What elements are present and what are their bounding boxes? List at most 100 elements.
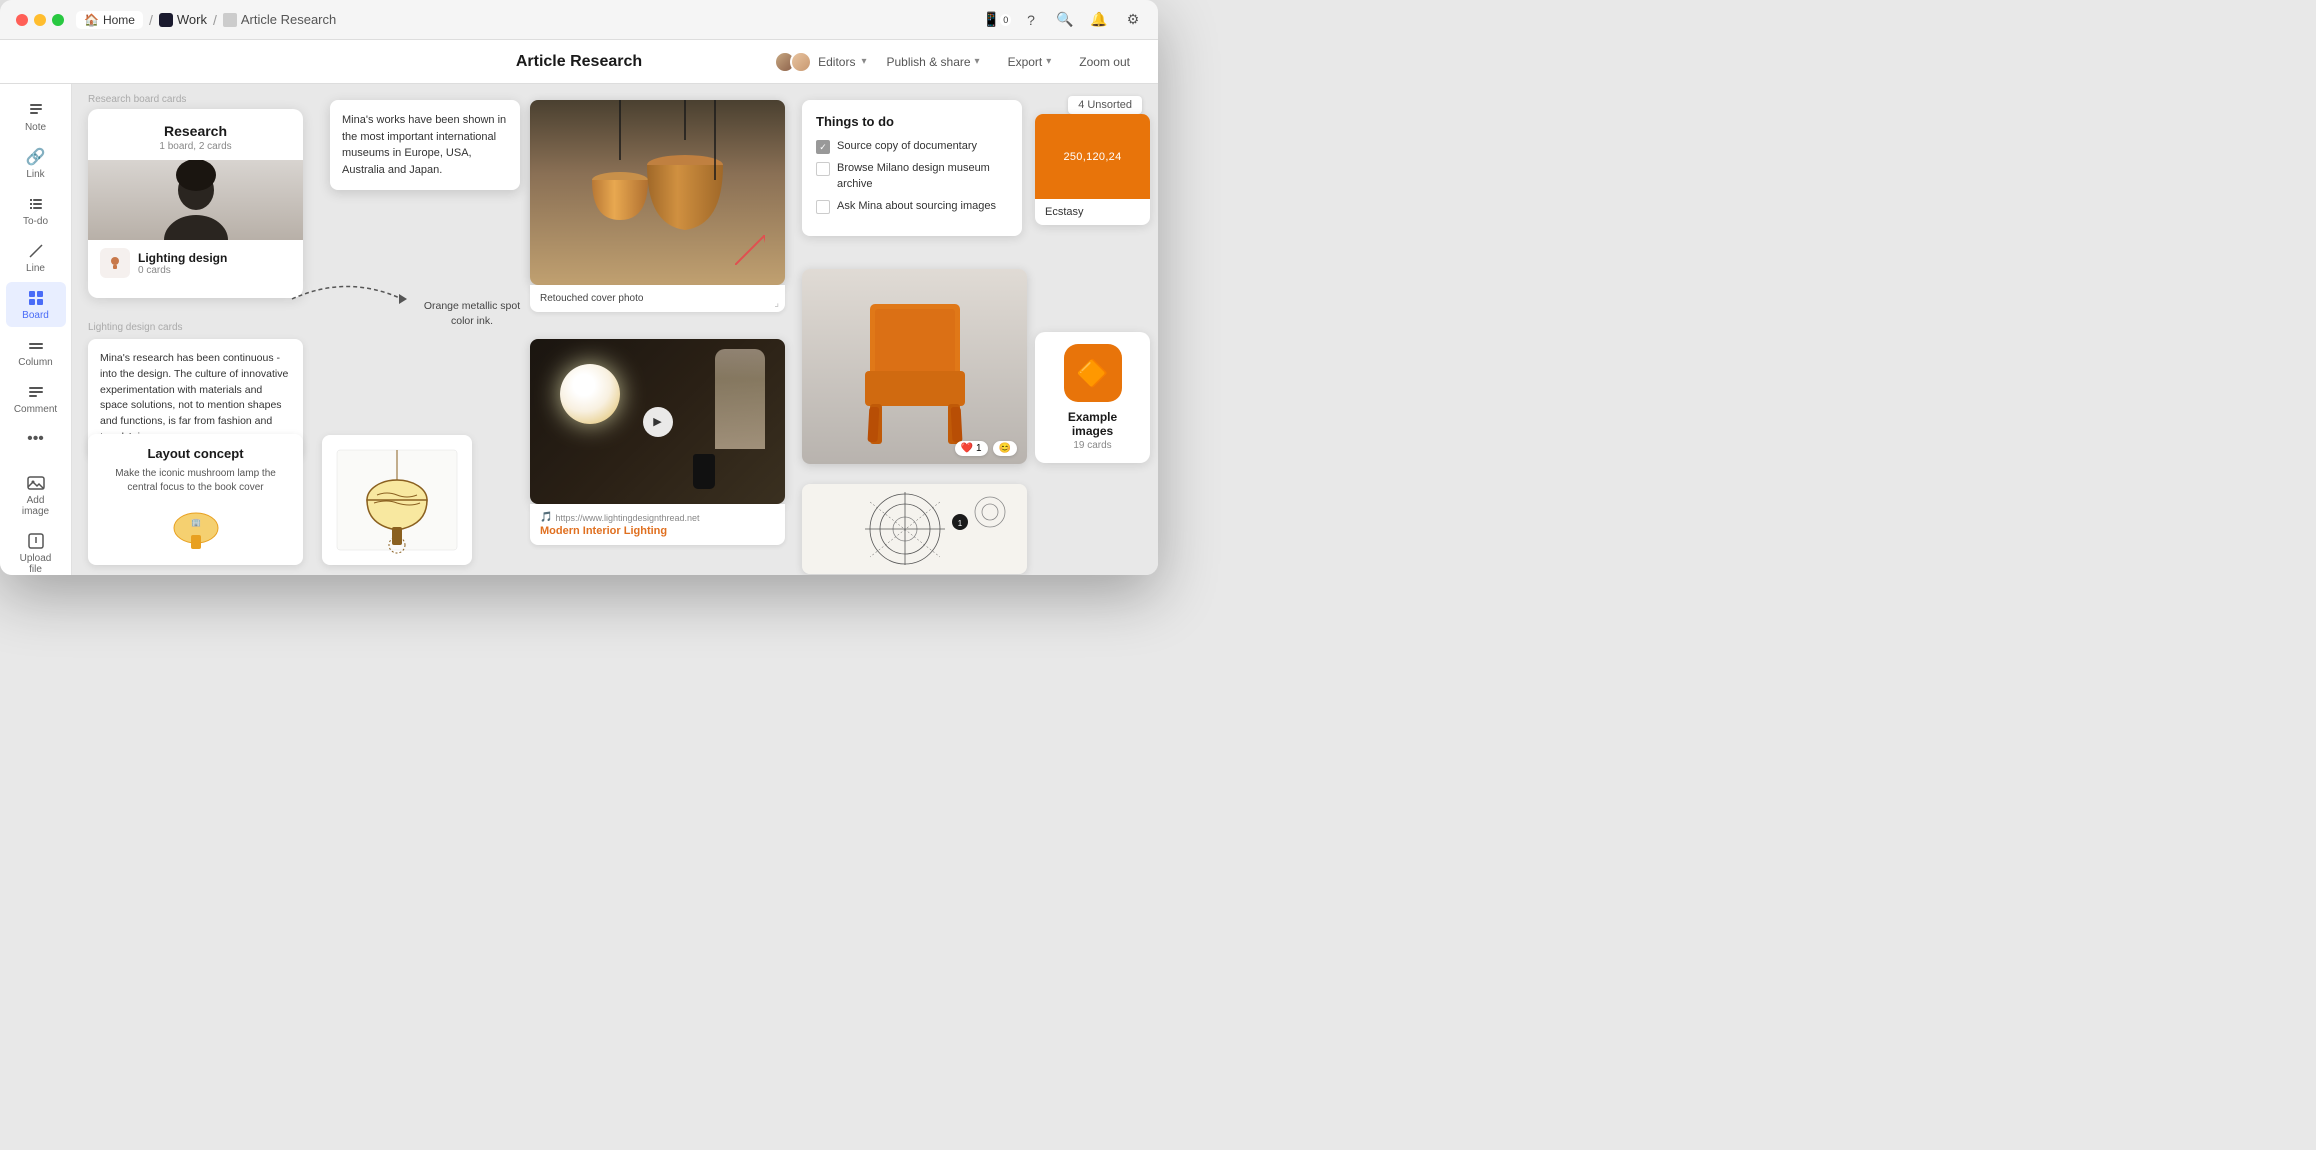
upload-label: Upload file: [14, 553, 58, 575]
chair-bg: ❤️ 1 😊: [802, 269, 1027, 464]
todo-checkbox-2[interactable]: [816, 162, 830, 176]
color-swatch-card[interactable]: 250,120,24 Ecstasy: [1035, 114, 1150, 225]
sidebar: Note 🔗 Link To-do Line: [0, 84, 72, 575]
editors-label: Editors: [818, 55, 855, 69]
work-icon: [159, 13, 173, 27]
example-images-count: 19 cards: [1047, 440, 1138, 451]
heart-reaction[interactable]: ❤️ 1: [955, 441, 988, 456]
emoji-reaction[interactable]: 😊: [993, 441, 1017, 456]
more-icon: •••: [27, 429, 44, 449]
search-icon[interactable]: 🔍: [1056, 11, 1074, 29]
close-button[interactable]: [16, 14, 28, 26]
retouched-text: Retouched cover photo: [540, 293, 643, 304]
layout-concept-card[interactable]: Layout concept Make the iconic mushroom …: [88, 434, 303, 565]
person-image: [88, 160, 303, 240]
sidebar-item-comment[interactable]: Comment: [6, 376, 66, 421]
lamp-body: [693, 454, 715, 489]
blueprint-card[interactable]: 1: [802, 484, 1027, 574]
add-image-label: Add image: [14, 495, 58, 517]
layout-sketch: 🏢: [100, 503, 291, 553]
board-subtitle: 1 board, 2 cards: [102, 141, 289, 152]
example-images-title: Example images: [1047, 410, 1138, 438]
breadcrumb-separator-2: /: [213, 12, 217, 28]
example-images-card[interactable]: 🔶 Example images 19 cards: [1035, 332, 1150, 463]
titlebar-actions: 📱0 ? 🔍 🔔 ⚙: [988, 11, 1142, 29]
todo-item-1: Source copy of documentary: [816, 139, 1008, 154]
sidebar-item-note[interactable]: Note: [6, 94, 66, 139]
chair-card[interactable]: ❤️ 1 😊: [802, 269, 1027, 464]
home-breadcrumb[interactable]: 🏠 Home: [76, 11, 143, 29]
drawing-card[interactable]: [322, 435, 472, 565]
globe-light: [560, 364, 620, 424]
unsorted-badge[interactable]: 4 Unsorted: [1068, 96, 1142, 114]
layout-desc: Make the iconic mushroom lamp the centra…: [100, 467, 291, 495]
sidebar-item-line[interactable]: Line: [6, 235, 66, 280]
sidebar-item-add-image[interactable]: Add image: [6, 467, 66, 523]
video-bg: ▶: [530, 339, 785, 504]
sidebar-item-todo[interactable]: To-do: [6, 188, 66, 233]
article-breadcrumb-label: Article Research: [241, 12, 336, 27]
upload-icon: [28, 531, 44, 551]
sidebar-item-more[interactable]: •••: [6, 423, 66, 455]
board-header: Research 1 board, 2 cards: [88, 109, 303, 160]
sidebar-item-upload[interactable]: Upload file: [6, 525, 66, 575]
todo-icon: [28, 194, 44, 214]
help-icon[interactable]: ?: [1022, 11, 1040, 29]
app-window: 🏠 Home / Work / Article Research 📱0 ? 🔍 …: [0, 0, 1158, 575]
reactions: ❤️ 1 😊: [955, 441, 1017, 456]
lighting-design-card[interactable]: Lighting design 0 cards: [88, 240, 303, 286]
work-breadcrumb[interactable]: Work: [159, 12, 207, 27]
sidebar-item-link[interactable]: 🔗 Link: [6, 141, 66, 186]
lighting-card-count: 0 cards: [138, 265, 291, 276]
editor-avatars: [774, 51, 812, 73]
sidebar-item-column[interactable]: Column: [6, 329, 66, 374]
home-label: Home: [103, 13, 135, 27]
svg-text:🏢: 🏢: [191, 518, 201, 527]
layout-title: Layout concept: [100, 446, 291, 461]
todo-checkbox-1[interactable]: [816, 140, 830, 154]
column-label: Column: [18, 357, 52, 368]
editors-button[interactable]: Editors ▾: [774, 51, 866, 73]
todo-item-3: Ask Mina about sourcing images: [816, 199, 1008, 214]
zoom-button[interactable]: Zoom out: [1071, 52, 1138, 72]
device-icon[interactable]: 📱0: [988, 11, 1006, 29]
person-bg: [715, 349, 765, 449]
color-name: Ecstasy: [1035, 199, 1150, 225]
lighting-card-icon: [100, 248, 130, 278]
todo-text-3: Ask Mina about sourcing images: [837, 199, 996, 214]
breadcrumb: 🏠 Home / Work / Article Research: [76, 11, 336, 29]
export-chevron-icon: ▾: [1046, 56, 1051, 67]
color-swatch: 250,120,24: [1035, 114, 1150, 199]
settings-icon[interactable]: ⚙: [1124, 11, 1142, 29]
lamp-image-card[interactable]: [530, 100, 785, 285]
resize-handle[interactable]: ⌟: [774, 298, 779, 309]
audio-icon: 🎵: [540, 512, 552, 523]
blueprint-bg: 1: [802, 484, 1027, 574]
titlebar: 🏠 Home / Work / Article Research 📱0 ? 🔍 …: [0, 0, 1158, 40]
traffic-lights: [16, 14, 64, 26]
note-label: Note: [25, 122, 46, 133]
sidebar-item-board[interactable]: Board: [6, 282, 66, 327]
notification-icon[interactable]: 🔔: [1090, 11, 1108, 29]
todo-text-1: Source copy of documentary: [837, 139, 977, 154]
minimize-button[interactable]: [34, 14, 46, 26]
article-breadcrumb[interactable]: Article Research: [223, 12, 336, 27]
unsorted-label: 4 Unsorted: [1078, 99, 1132, 111]
lighting-design-cards-label: Lighting design cards: [88, 322, 183, 333]
maximize-button[interactable]: [52, 14, 64, 26]
todo-checkbox-3[interactable]: [816, 200, 830, 214]
comment-label: Comment: [14, 404, 57, 415]
export-button[interactable]: Export ▾: [1000, 52, 1060, 72]
tooltip-card: Mina's works have been shown in the most…: [330, 100, 520, 190]
research-board-card[interactable]: Research 1 board, 2 cards: [88, 109, 303, 298]
video-card[interactable]: ▶: [530, 339, 785, 504]
play-button[interactable]: ▶: [643, 407, 673, 437]
todo-label: To-do: [23, 216, 48, 227]
lamp-bg: [530, 100, 785, 285]
board-title: Research: [102, 123, 289, 139]
retouched-label: Retouched cover photo ⌟: [530, 285, 785, 312]
breadcrumb-separator: /: [149, 12, 153, 28]
publish-button[interactable]: Publish & share ▾: [879, 52, 988, 72]
column-icon: [28, 335, 44, 355]
link-icon: 🔗: [26, 147, 46, 167]
